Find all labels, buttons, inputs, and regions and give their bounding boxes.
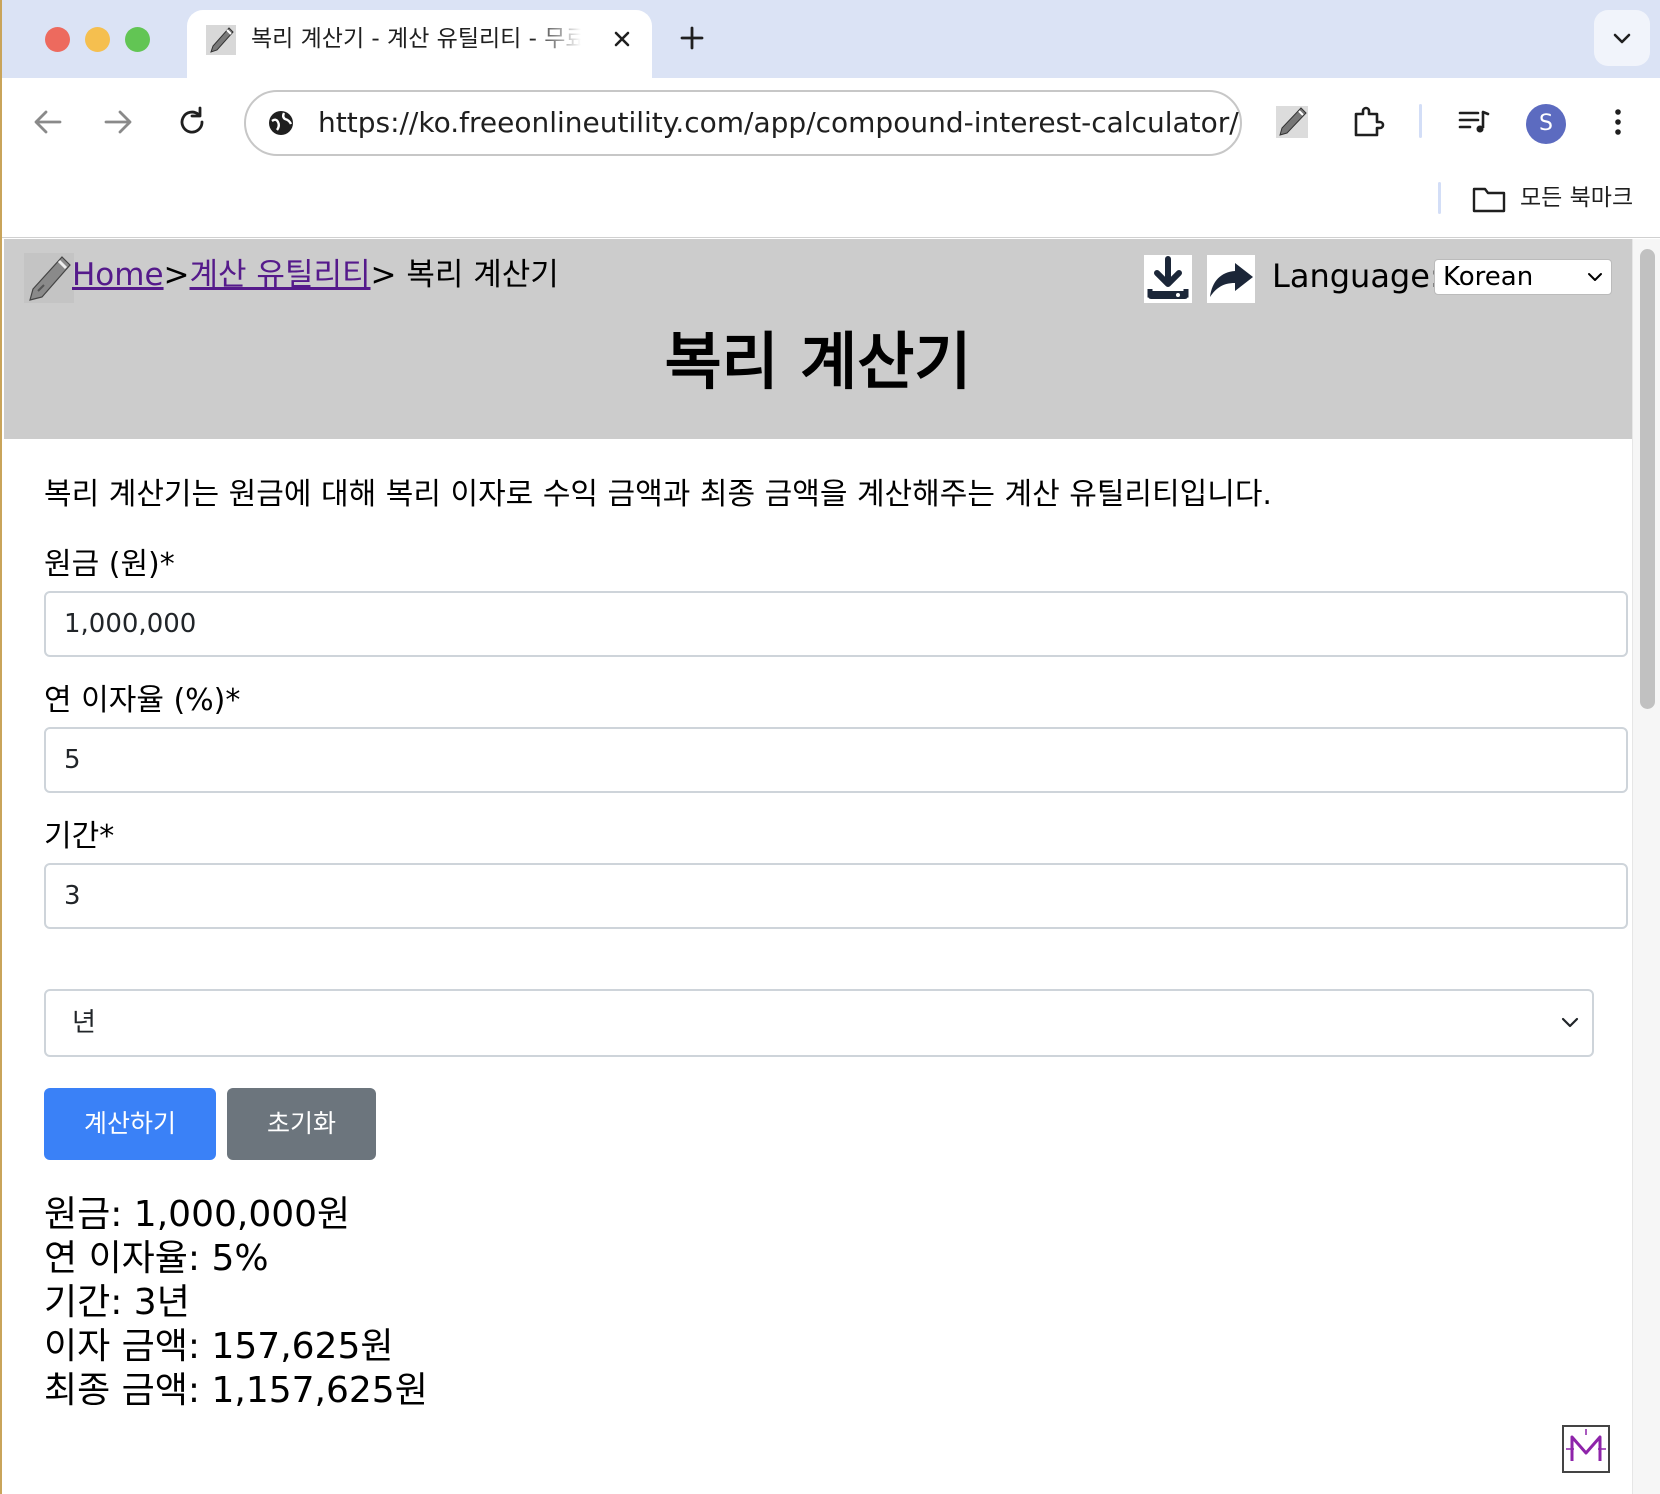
folder-icon[interactable] bbox=[1472, 184, 1506, 214]
profile-avatar[interactable]: S bbox=[1526, 104, 1566, 144]
description-text: 복리 계산기는 원금에 대해 복리 이자로 수익 금액과 최종 금액을 계산해주… bbox=[44, 477, 1272, 512]
breadcrumb-separator: > bbox=[163, 257, 190, 293]
period-unit-select[interactable]: 년 bbox=[44, 989, 1594, 1057]
reload-icon[interactable] bbox=[174, 104, 210, 140]
site-logo-icon[interactable] bbox=[24, 253, 74, 303]
chevron-down-icon bbox=[1613, 33, 1631, 44]
result-period: 기간: 3년 bbox=[44, 1282, 190, 1323]
browser-window: 복리 계산기 - 계산 유틸리티 - 무료 https://ko.freeonl… bbox=[0, 0, 1660, 1494]
maximize-window-button[interactable] bbox=[125, 27, 150, 52]
minimize-window-button[interactable] bbox=[85, 27, 110, 52]
language-select-value: Korean bbox=[1443, 262, 1534, 292]
breadcrumb-home-link[interactable]: Home bbox=[72, 257, 164, 293]
tab-search-button[interactable] bbox=[1594, 10, 1650, 66]
close-window-button[interactable] bbox=[45, 27, 70, 52]
all-bookmarks-label[interactable]: 모든 북마크 bbox=[1520, 180, 1633, 216]
url-text: https://ko.freeonlineutility.com/app/com… bbox=[318, 106, 1239, 139]
chevron-down-icon bbox=[1588, 273, 1602, 281]
forward-arrow-icon[interactable] bbox=[100, 104, 136, 140]
scrollbar-thumb[interactable] bbox=[1640, 249, 1655, 709]
media-playlist-icon[interactable] bbox=[1456, 104, 1492, 140]
toolbar-separator bbox=[1419, 104, 1422, 138]
period-input[interactable]: 3 bbox=[44, 863, 1628, 929]
bookmarks-bar: 모든 북마크 bbox=[2, 162, 1660, 238]
extensions-puzzle-icon[interactable] bbox=[1350, 104, 1386, 140]
tab-strip: 복리 계산기 - 계산 유틸리티 - 무료 bbox=[2, 0, 1660, 78]
period-label: 기간* bbox=[44, 819, 115, 854]
result-final-amount: 최종 금액: 1,157,625원 bbox=[44, 1370, 428, 1411]
bookmarks-separator bbox=[1438, 182, 1441, 214]
result-principal: 원금: 1,000,000원 bbox=[44, 1194, 351, 1235]
breadcrumb-current: 복리 계산기 bbox=[396, 257, 559, 293]
principal-label: 원금 (원)* bbox=[44, 547, 175, 582]
share-button[interactable] bbox=[1207, 255, 1255, 303]
breadcrumb-category-link[interactable]: 계산 유틸리티 bbox=[190, 257, 371, 293]
language-label: Language: bbox=[1272, 257, 1441, 295]
new-tab-icon[interactable] bbox=[676, 22, 708, 54]
extension-wrench-icon[interactable] bbox=[1274, 104, 1310, 140]
site-info-icon[interactable] bbox=[266, 108, 296, 138]
calculate-button[interactable]: 계산하기 bbox=[44, 1088, 216, 1160]
download-icon bbox=[1147, 256, 1189, 299]
rate-input[interactable]: 5 bbox=[44, 727, 1628, 793]
wrench-screwdriver-icon bbox=[206, 25, 236, 55]
site-badge-icon[interactable] bbox=[1562, 1425, 1610, 1473]
share-arrow-icon bbox=[1210, 263, 1253, 297]
more-vertical-icon[interactable] bbox=[1600, 104, 1636, 140]
close-tab-icon[interactable] bbox=[607, 24, 637, 54]
result-interest: 이자 금액: 157,625원 bbox=[44, 1326, 394, 1367]
browser-toolbar: https://ko.freeonlineutility.com/app/com… bbox=[2, 78, 1660, 162]
web-page: Home>계산 유틸리티> 복리 계산기 Language: Korean 복리… bbox=[4, 239, 1632, 1494]
principal-input-value: 1,000,000 bbox=[64, 609, 197, 639]
chevron-down-icon bbox=[1561, 1017, 1579, 1028]
page-title: 복리 계산기 bbox=[664, 325, 972, 398]
breadcrumb: Home>계산 유틸리티> 복리 계산기 bbox=[72, 253, 559, 297]
period-unit-value: 년 bbox=[72, 1008, 96, 1038]
breadcrumb-separator: > bbox=[370, 257, 397, 293]
tab-title: 복리 계산기 - 계산 유틸리티 - 무료 bbox=[251, 26, 581, 52]
vertical-scrollbar[interactable] bbox=[1632, 239, 1660, 1494]
address-bar[interactable]: https://ko.freeonlineutility.com/app/com… bbox=[244, 90, 1242, 156]
page-header: Home>계산 유틸리티> 복리 계산기 Language: Korean 복리… bbox=[4, 239, 1632, 439]
principal-input[interactable]: 1,000,000 bbox=[44, 591, 1628, 657]
rate-input-value: 5 bbox=[64, 745, 81, 775]
rate-label: 연 이자율 (%)* bbox=[44, 683, 241, 718]
result-rate: 연 이자율: 5% bbox=[44, 1238, 269, 1279]
language-select[interactable]: Korean bbox=[1434, 259, 1612, 295]
back-arrow-icon[interactable] bbox=[30, 104, 66, 140]
reset-button[interactable]: 초기화 bbox=[227, 1088, 376, 1160]
download-button[interactable] bbox=[1144, 255, 1192, 303]
period-input-value: 3 bbox=[64, 881, 81, 911]
active-tab[interactable]: 복리 계산기 - 계산 유틸리티 - 무료 bbox=[187, 10, 652, 78]
